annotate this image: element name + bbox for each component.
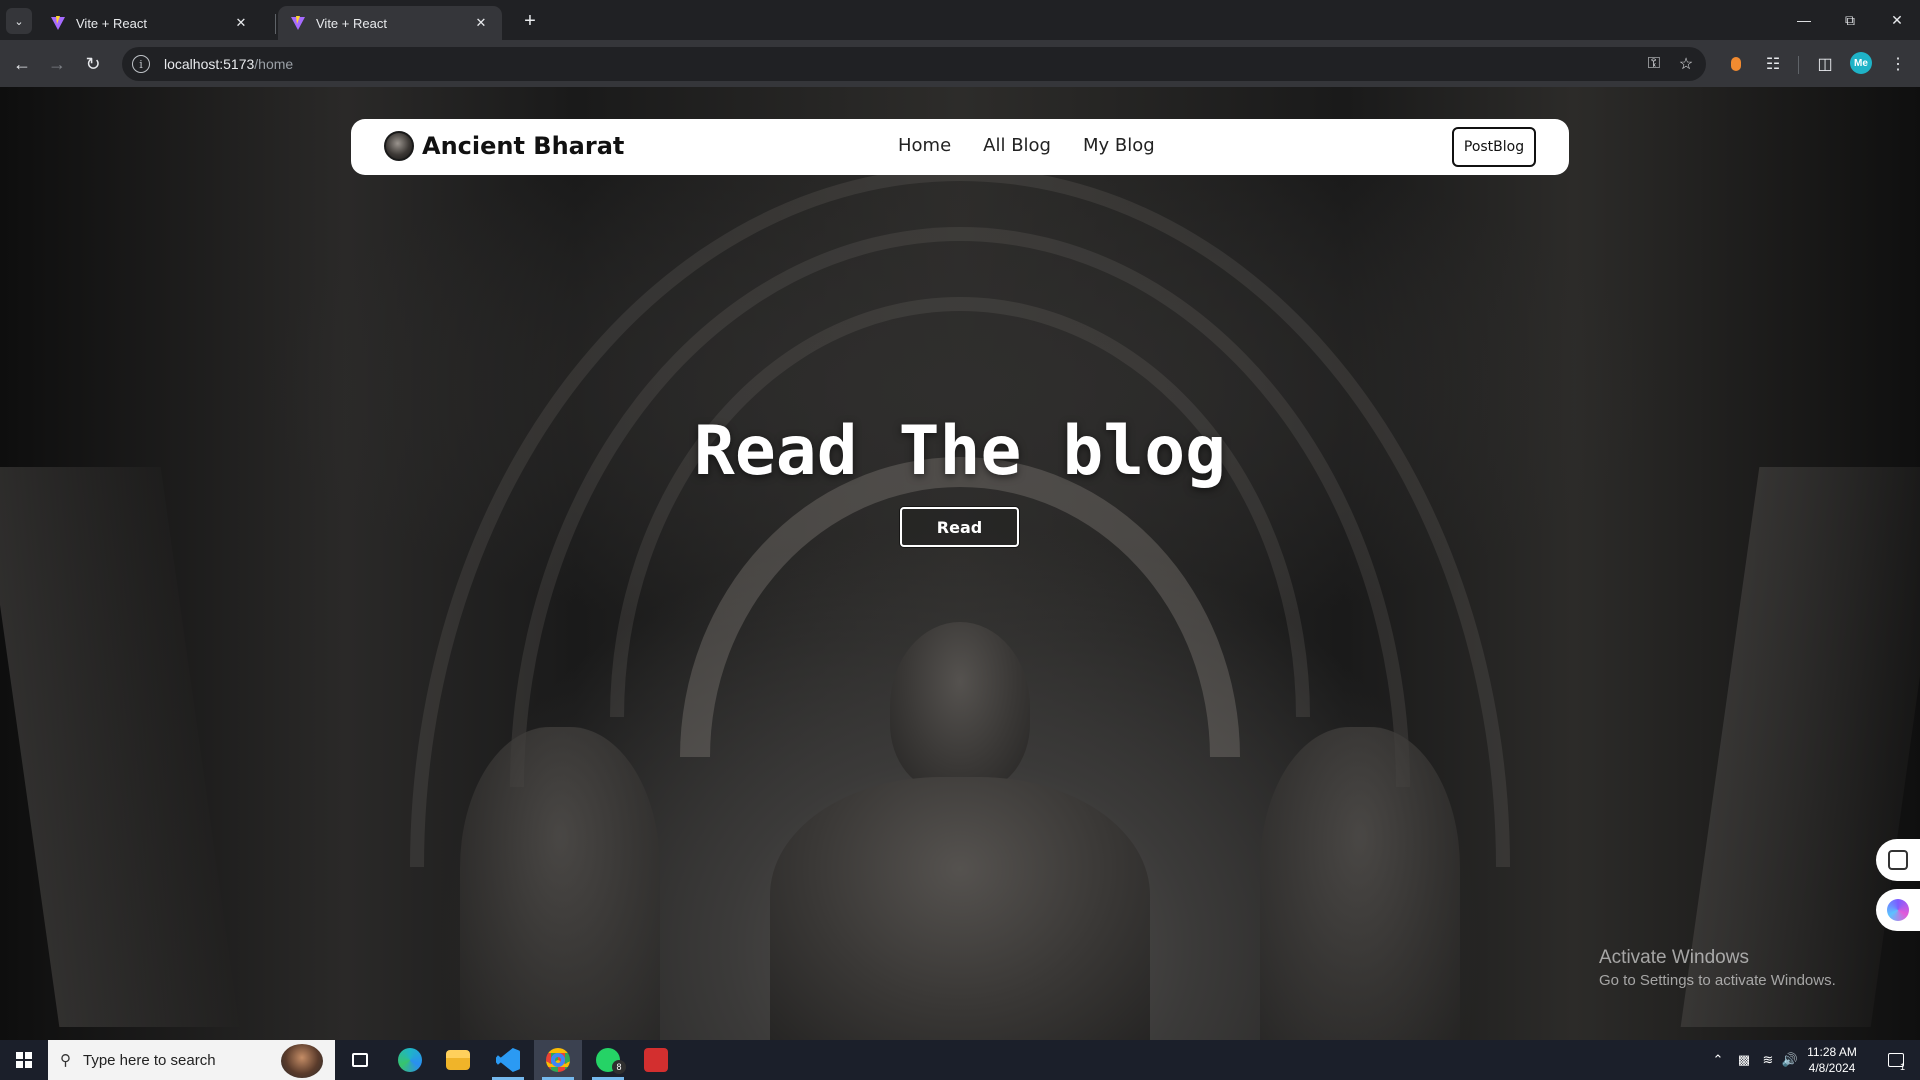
menu-kebab-icon[interactable]: ⋮ (1886, 52, 1910, 76)
buddha-head (890, 622, 1030, 792)
site-navbar: Ancient Bharat Home All Blog My Blog Pos… (351, 119, 1569, 175)
read-button[interactable]: Read (900, 507, 1019, 547)
close-tab-icon[interactable]: ✕ (472, 14, 490, 32)
post-blog-button[interactable]: PostBlog (1452, 127, 1536, 167)
task-view-icon[interactable] (336, 1040, 384, 1080)
brand-name: Ancient Bharat (422, 132, 625, 160)
acrobat-icon[interactable] (632, 1040, 680, 1080)
bookmark-star-icon[interactable]: ☆ (1676, 54, 1696, 74)
tab-title: Vite + React (76, 15, 147, 31)
search-icon: ⚲ (60, 1052, 71, 1069)
close-tab-icon[interactable]: ✕ (232, 14, 250, 32)
windows-logo-icon (16, 1052, 32, 1068)
nav-links: Home All Blog My Blog (898, 135, 1187, 156)
windows-taskbar: ⚲ Type here to search 8 ⌃ ▩ ≋ 🔊 11:28 AM… (0, 1040, 1920, 1080)
reload-icon[interactable]: ↻ (79, 50, 107, 78)
tab-divider (275, 14, 276, 34)
close-window-icon[interactable]: ✕ (1874, 0, 1920, 40)
search-highlight-image[interactable] (281, 1044, 323, 1078)
extensions-puzzle-icon[interactable]: ☷ (1761, 52, 1785, 76)
browser-tab-2[interactable]: Vite + React ✕ (278, 6, 502, 40)
activate-windows-title: Activate Windows (1599, 947, 1749, 968)
network-icon[interactable]: ≋ (1756, 1040, 1780, 1080)
brand[interactable]: Ancient Bharat (384, 131, 624, 161)
brand-logo (384, 131, 414, 161)
clock-time: 11:28 AM (1807, 1045, 1857, 1059)
translate-icon[interactable] (1876, 839, 1920, 881)
show-hidden-icons-icon[interactable]: ⌃ (1706, 1040, 1730, 1080)
address-bar[interactable]: i localhost:5173/home ⚿ ☆ (122, 47, 1706, 81)
browser-toolbar: ← → ↻ i localhost:5173/home ⚿ ☆ ☷ ◫ Me ⋮ (0, 40, 1920, 87)
tab-title: Vite + React (316, 15, 387, 31)
vite-favicon-icon (291, 16, 305, 30)
site-info-icon[interactable]: i (132, 55, 150, 73)
tab-search-icon[interactable]: ⌄ (6, 8, 32, 34)
minimize-icon[interactable]: — (1781, 0, 1827, 40)
right-attendant-statue (1260, 727, 1460, 1040)
side-panel-icon[interactable]: ◫ (1813, 52, 1837, 76)
url-text[interactable]: localhost:5173/home (164, 56, 293, 72)
toolbar-divider (1798, 56, 1799, 74)
notification-count: 1 (1900, 1062, 1906, 1072)
vite-favicon-icon (51, 16, 65, 30)
start-button[interactable] (0, 1040, 48, 1080)
left-attendant-statue (460, 727, 660, 1040)
taskbar-search-box[interactable]: ⚲ Type here to search (48, 1040, 335, 1080)
page-viewport: Ancient Bharat Home All Blog My Blog Pos… (0, 87, 1920, 1040)
whatsapp-badge: 8 (612, 1060, 626, 1074)
restore-icon[interactable]: ⧉ (1827, 0, 1873, 40)
ai-assistant-icon[interactable] (1876, 889, 1920, 931)
taskbar-clock[interactable]: 11:28 AM 4/8/2024 (1800, 1044, 1864, 1076)
forward-icon[interactable]: → (43, 50, 71, 78)
file-explorer-icon[interactable] (434, 1040, 482, 1080)
taskbar-search-placeholder: Type here to search (83, 1051, 216, 1069)
edge-icon[interactable] (386, 1040, 434, 1080)
nav-link-all-blog[interactable]: All Blog (983, 135, 1051, 156)
whatsapp-icon[interactable]: 8 (584, 1040, 632, 1080)
nav-link-my-blog[interactable]: My Blog (1083, 135, 1155, 156)
meet-now-icon[interactable]: ▩ (1732, 1040, 1756, 1080)
browser-tab-bar: ⌄ Vite + React ✕ Vite + React ✕ + — ⧉ ✕ (0, 0, 1920, 40)
url-host: localhost:5173 (164, 56, 255, 72)
profile-avatar[interactable]: Me (1850, 52, 1872, 74)
buddha-body (770, 777, 1150, 1040)
vscode-icon[interactable] (484, 1040, 532, 1080)
browser-tab-1[interactable]: Vite + React ✕ (38, 6, 262, 40)
hero-title: Read The blog (693, 412, 1227, 491)
nav-link-home[interactable]: Home (898, 135, 951, 156)
activate-windows-subtitle: Go to Settings to activate Windows. (1599, 972, 1836, 989)
back-icon[interactable]: ← (8, 50, 36, 78)
url-path: /home (254, 56, 294, 72)
notification-center-icon[interactable]: 1 (1872, 1040, 1920, 1080)
new-tab-icon[interactable]: + (518, 9, 542, 33)
clock-date: 4/8/2024 (1808, 1061, 1856, 1075)
extension-orange-icon[interactable] (1724, 52, 1748, 76)
password-key-icon[interactable]: ⚿ (1644, 54, 1664, 74)
volume-icon[interactable]: 🔊 (1778, 1040, 1802, 1080)
chrome-icon[interactable] (534, 1040, 582, 1080)
